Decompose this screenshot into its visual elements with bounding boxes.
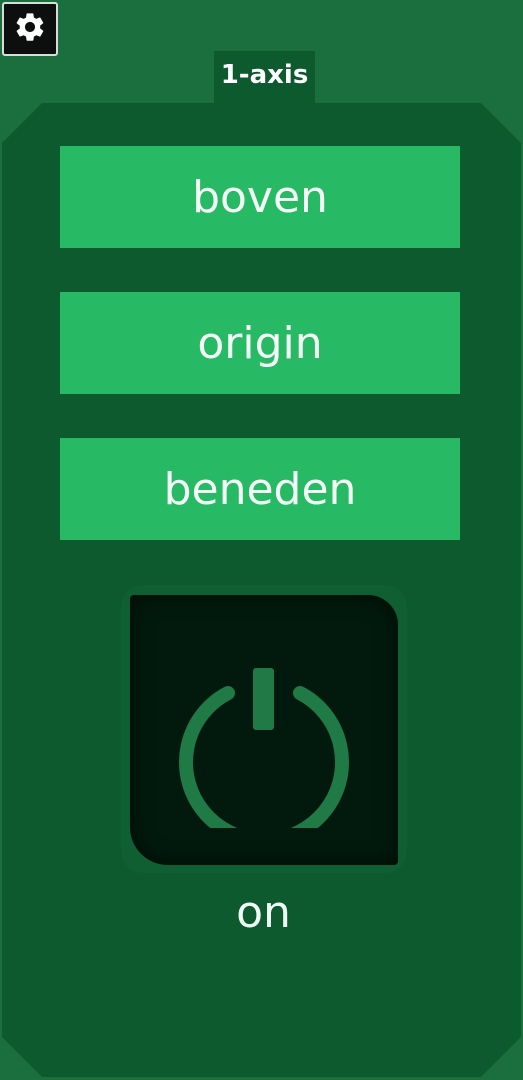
power-button[interactable] (130, 595, 398, 865)
settings-button[interactable] (2, 2, 58, 56)
gear-icon (13, 10, 47, 48)
down-button[interactable]: beneden (60, 438, 460, 540)
app-screen: 1-axis boven origin beneden on (0, 0, 523, 1080)
origin-button[interactable]: origin (60, 292, 460, 394)
power-icon (174, 628, 354, 848)
up-button[interactable]: boven (60, 146, 460, 248)
page-title: 1-axis (214, 51, 315, 103)
power-state-label: on (236, 887, 291, 938)
